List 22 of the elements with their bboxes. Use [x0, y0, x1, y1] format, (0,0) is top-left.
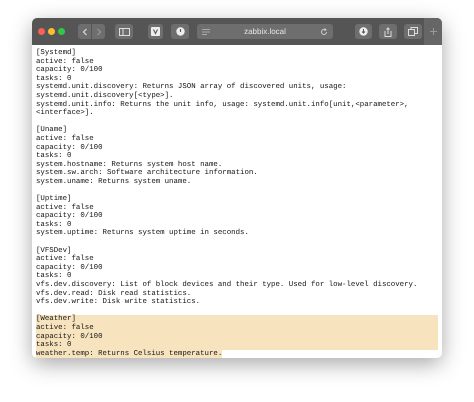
chevron-left-icon: [82, 28, 88, 36]
back-button[interactable]: [78, 24, 91, 39]
address-text: zabbix.local: [243, 27, 287, 36]
share-button[interactable]: [379, 24, 397, 39]
sidebar-icon: [118, 28, 130, 36]
plus-icon: [430, 28, 436, 36]
power-icon: [176, 27, 184, 36]
tabs-button[interactable]: [404, 24, 422, 39]
download-icon: [359, 27, 368, 36]
address-bar[interactable]: zabbix.local: [197, 24, 333, 39]
chevron-right-icon: [96, 28, 102, 36]
reload-icon[interactable]: [320, 28, 328, 36]
close-button[interactable]: [38, 28, 45, 35]
zoom-button[interactable]: [58, 28, 65, 35]
extension-button[interactable]: [148, 24, 163, 39]
tabs-icon: [408, 27, 418, 36]
share-icon: [384, 26, 392, 36]
sidebar-button[interactable]: [115, 24, 133, 39]
download-button[interactable]: [355, 24, 372, 39]
minimize-button[interactable]: [48, 28, 55, 35]
v-logo-icon: [151, 27, 160, 36]
power-button[interactable]: [171, 24, 189, 39]
